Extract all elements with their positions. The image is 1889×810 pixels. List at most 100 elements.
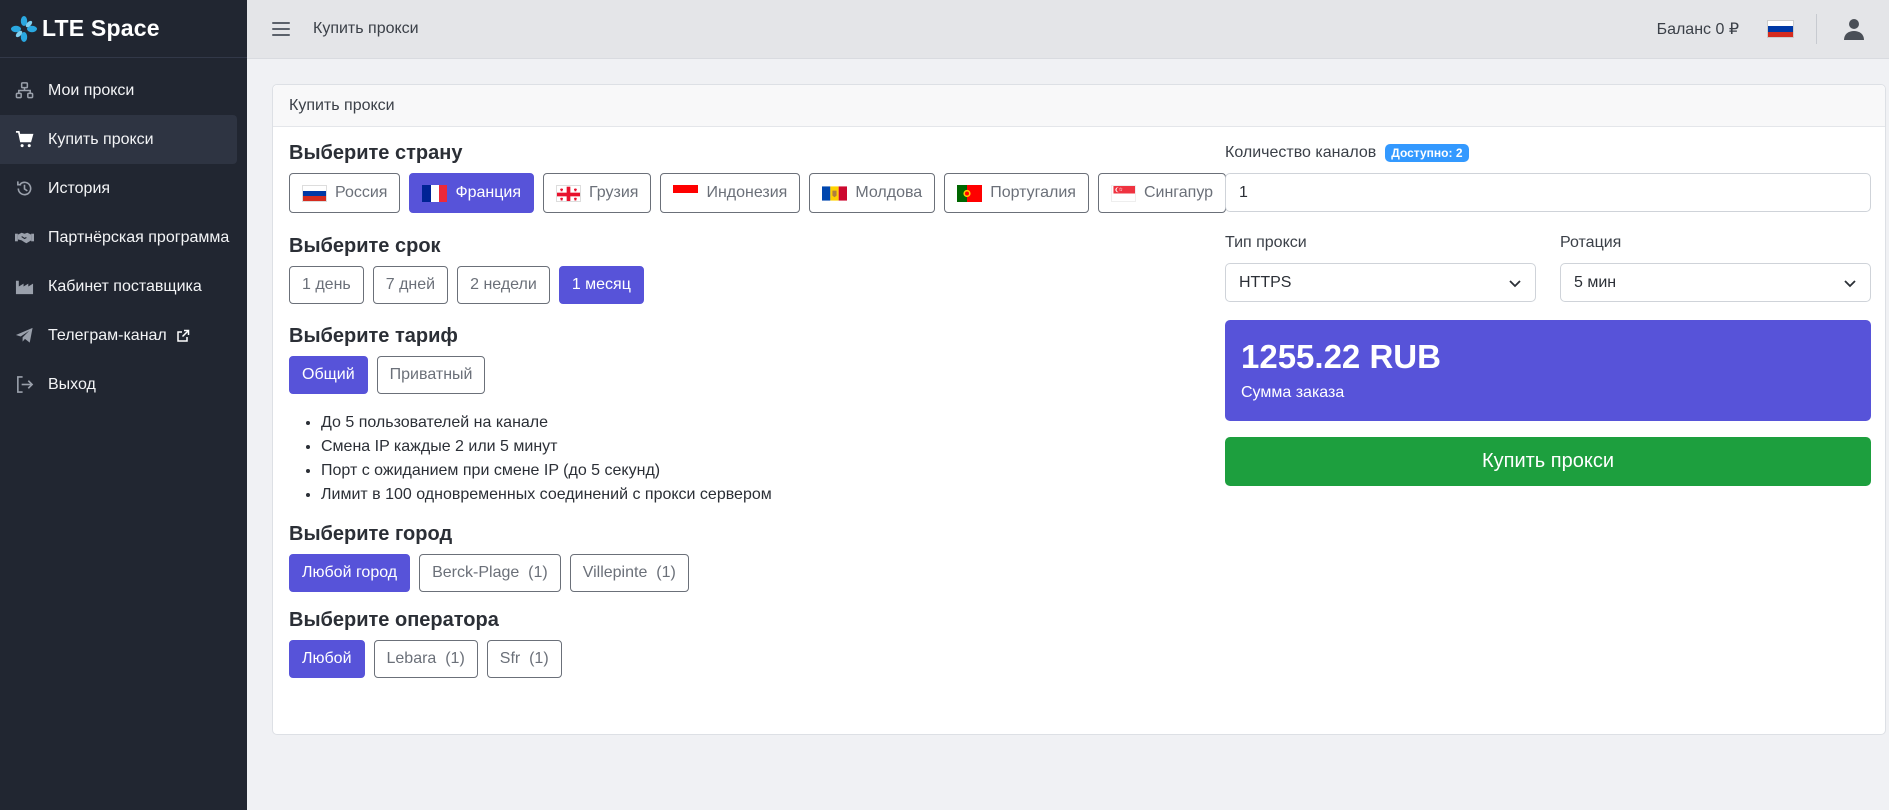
country-option-russia[interactable]: Россия xyxy=(289,173,401,213)
sidebar-item-logout[interactable]: Выход xyxy=(0,360,237,409)
channels-input[interactable]: 1 xyxy=(1225,173,1871,212)
sidebar-item-label: Купить прокси xyxy=(48,130,154,148)
operator-options: Любой Lebara (1) Sfr (1) xyxy=(289,640,1229,678)
term-options: 1 день 7 дней 2 недели 1 месяц xyxy=(289,266,1229,304)
header-divider xyxy=(1816,14,1817,44)
list-item: Лимит в 100 одновременных соединений с п… xyxy=(321,483,1229,507)
sidebar-item-label: Телеграм-канал xyxy=(48,326,167,344)
rotation-group: Ротация 5 мин xyxy=(1560,232,1871,302)
brand-name: LTE Space xyxy=(42,15,160,41)
brand[interactable]: LTE Space xyxy=(0,0,247,58)
sidebar: LTE Space Мои прокси Купить прокси Истор… xyxy=(0,0,247,810)
chevron-down-icon xyxy=(1843,276,1857,290)
buy-proxy-button[interactable]: Купить прокси xyxy=(1225,437,1871,486)
top-header: Купить прокси Баланс 0 ₽ xyxy=(247,0,1889,59)
proxy-type-label: Тип прокси xyxy=(1225,234,1307,251)
country-option-label: Россия xyxy=(335,184,388,201)
operator-section-title: Выберите оператора xyxy=(289,609,499,631)
country-option-label: Португалия xyxy=(990,184,1076,201)
available-badge: Доступно: 2 xyxy=(1385,144,1469,162)
order-column: Количество каналов Доступно: 2 1 Тип про… xyxy=(1225,142,1871,486)
channels-label-text: Количество каналов xyxy=(1225,144,1377,161)
sidebar-item-partner[interactable]: Партнёрская программа xyxy=(0,213,237,262)
country-section-title: Выберите страну xyxy=(289,142,463,164)
country-option-label: Франция xyxy=(455,184,522,201)
handshake-icon xyxy=(14,228,34,248)
order-total-label: Сумма заказа xyxy=(1241,384,1345,401)
city-option-villepinte[interactable]: Villepinte (1) xyxy=(569,554,689,592)
sidebar-item-label: Кабинет поставщика xyxy=(48,277,202,295)
city-options: Любой город Berck-Plage (1) Villepinte (… xyxy=(289,554,1229,592)
user-icon[interactable] xyxy=(1843,17,1865,41)
page-title: Купить прокси xyxy=(313,20,419,37)
country-option-label: Сингапур xyxy=(1143,184,1214,201)
chevron-down-icon xyxy=(1508,276,1522,290)
proxy-type-select[interactable]: HTTPS xyxy=(1225,263,1536,302)
country-option-france[interactable]: Франция xyxy=(409,173,535,213)
buy-proxy-card: Купить прокси Выберите страну Россия Фра… xyxy=(272,84,1886,735)
country-option-label: Молдова xyxy=(855,184,923,201)
proxy-type-value: HTTPS xyxy=(1239,273,1292,291)
term-option-1-month[interactable]: 1 месяц xyxy=(558,266,644,304)
portugal-flag-icon xyxy=(957,184,983,202)
country-option-portugal[interactable]: Португалия xyxy=(944,173,1089,213)
moldova-flag-icon xyxy=(822,185,848,202)
list-item: До 5 пользователей на канале xyxy=(321,411,1229,435)
term-option-2-weeks[interactable]: 2 недели xyxy=(457,266,550,304)
term-option-1-day[interactable]: 1 день xyxy=(289,266,364,304)
proxy-type-group: Тип прокси HTTPS xyxy=(1225,232,1536,302)
country-options: Россия Франция Грузия Индонезия Молдова … xyxy=(289,173,1229,213)
cart-icon xyxy=(14,130,34,150)
term-option-7-days[interactable]: 7 дней xyxy=(372,266,449,304)
tariff-option-shared[interactable]: Общий xyxy=(289,356,368,394)
order-total-amount: 1255.22 RUB xyxy=(1241,338,1441,375)
operator-option-sfr[interactable]: Sfr (1) xyxy=(486,640,562,678)
indonesia-flag-icon xyxy=(673,184,699,202)
rotation-select[interactable]: 5 мин xyxy=(1560,263,1871,302)
sidebar-item-supplier[interactable]: Кабинет поставщика xyxy=(0,262,237,311)
list-item: Смена IP каждые 2 или 5 минут xyxy=(321,435,1229,459)
channels-label: Количество каналов Доступно: 2 xyxy=(1225,142,1871,164)
snowflake-logo-icon xyxy=(10,15,38,43)
rotation-label: Ротация xyxy=(1560,234,1622,251)
city-option-any[interactable]: Любой город xyxy=(289,554,411,592)
sidebar-item-telegram[interactable]: Телеграм-канал xyxy=(0,311,237,360)
sidebar-nav: Мои прокси Купить прокси История Партнёр… xyxy=(0,58,247,409)
georgia-flag-icon xyxy=(556,184,582,202)
external-link-icon xyxy=(176,329,190,343)
factory-icon xyxy=(14,277,34,297)
operator-option-any[interactable]: Любой xyxy=(289,640,365,678)
tariff-section-title: Выберите тариф xyxy=(289,325,458,347)
sidebar-item-my-proxies[interactable]: Мои прокси xyxy=(0,66,237,115)
card-title: Купить прокси xyxy=(273,85,1885,127)
sidebar-item-label: Выход xyxy=(48,375,96,393)
city-option-berck-plage[interactable]: Berck-Plage (1) xyxy=(419,554,561,592)
country-option-georgia[interactable]: Грузия xyxy=(543,173,652,213)
tariff-features-list: До 5 пользователей на канале Смена IP ка… xyxy=(289,411,1229,507)
france-flag-icon xyxy=(422,184,448,202)
country-option-indonesia[interactable]: Индонезия xyxy=(660,173,801,213)
order-total-panel: 1255.22 RUB Сумма заказа xyxy=(1225,320,1871,421)
header-right: Баланс 0 ₽ xyxy=(1657,0,1889,58)
city-section-title: Выберите город xyxy=(289,523,453,545)
term-section-title: Выберите срок xyxy=(289,235,441,257)
proxy-settings: Тип прокси HTTPS Ротация 5 мин xyxy=(1225,232,1871,302)
language-flag-icon[interactable] xyxy=(1767,20,1794,38)
country-option-moldova[interactable]: Молдова xyxy=(809,173,936,213)
sidebar-item-label: Партнёрская программа xyxy=(48,228,230,246)
russia-flag-icon xyxy=(302,184,327,202)
telegram-icon xyxy=(14,326,34,346)
sidebar-item-history[interactable]: История xyxy=(0,164,237,213)
balance[interactable]: Баланс 0 ₽ xyxy=(1657,19,1739,39)
singapore-flag-icon xyxy=(1110,184,1136,202)
network-icon xyxy=(14,81,34,101)
tariff-option-private[interactable]: Приватный xyxy=(376,356,486,394)
logout-icon xyxy=(14,375,34,395)
operator-option-lebara[interactable]: Lebara (1) xyxy=(373,640,478,678)
tariff-options: Общий Приватный xyxy=(289,356,1229,394)
sidebar-item-label: История xyxy=(48,179,111,197)
sidebar-item-buy-proxy[interactable]: Купить прокси xyxy=(0,115,237,164)
menu-toggle-icon[interactable] xyxy=(272,22,290,36)
options-column: Выберите страну Россия Франция Грузия Ин… xyxy=(289,142,1229,678)
country-option-singapore[interactable]: Сингапур xyxy=(1097,173,1227,213)
